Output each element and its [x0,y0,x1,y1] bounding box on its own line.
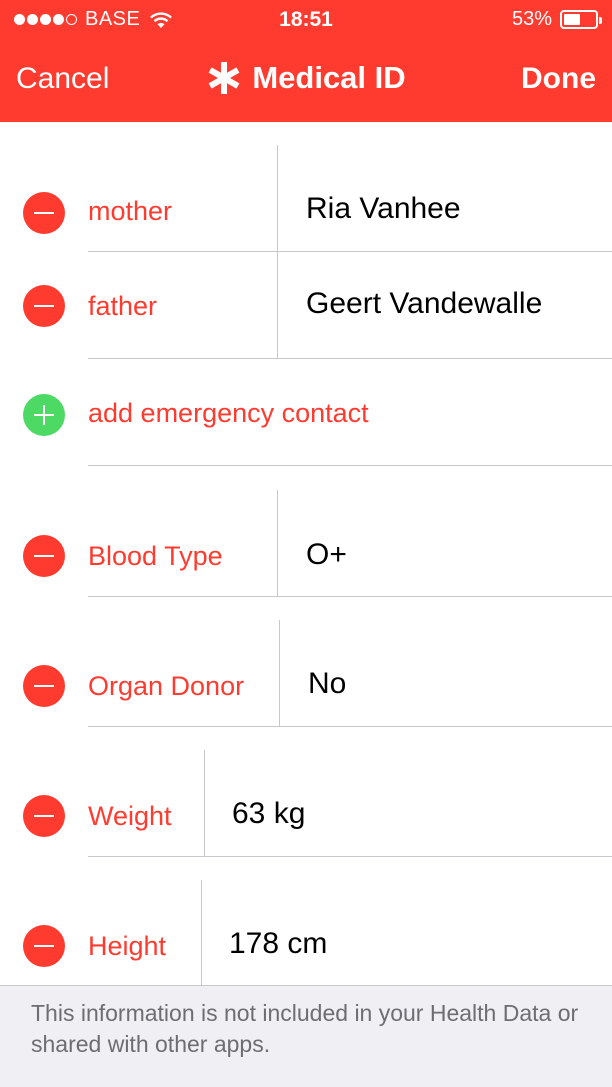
organ-donor-row: Organ Donor No [0,620,612,726]
row-separator [88,856,612,857]
medical-id-edit-screen: BASE 18:51 53% Cancel Medical ID Done mo… [0,0,612,1087]
organ-donor-value[interactable]: No [308,667,346,701]
battery-fill [564,14,580,25]
battery-percent: 53% [511,8,552,30]
done-button[interactable]: Done [521,62,596,96]
header: BASE 18:51 53% Cancel Medical ID Done [0,0,612,122]
privacy-footer: This information is not included in your… [0,985,612,1087]
add-emergency-contact-row[interactable]: add emergency contact [0,359,612,465]
row-separator [88,465,612,466]
status-right: 53% [511,8,602,31]
contact-relation-label[interactable]: father [88,291,157,322]
battery-icon [560,10,602,29]
status-bar: BASE 18:51 53% [0,0,612,40]
navigation-bar: Cancel Medical ID Done [0,52,612,110]
height-label: Height [88,931,167,961]
height-row: Height 178 cm [0,880,612,985]
blood-type-label: Blood Type [88,541,223,571]
organ-donor-label: Organ Donor [88,671,245,701]
weight-value[interactable]: 63 kg [232,797,305,831]
remove-contact-button[interactable] [23,285,65,327]
remove-weight-button[interactable] [23,795,65,837]
add-contact-button[interactable] [23,394,65,436]
remove-contact-button[interactable] [23,192,65,234]
contact-name-field[interactable]: Ria Vanhee [306,192,461,226]
remove-height-button[interactable] [23,925,65,967]
weight-row: Weight 63 kg [0,750,612,856]
add-emergency-contact-label[interactable]: add emergency contact [88,398,369,429]
contact-row-mother: mother Ria Vanhee [0,145,612,251]
blood-type-row: Blood Type O+ [0,490,612,596]
row-separator [88,596,612,597]
contact-name-field[interactable]: Geert Vandewalle [306,287,542,321]
weight-label: Weight [88,801,172,831]
page-title-text: Medical ID [252,60,406,95]
remove-blood-type-button[interactable] [23,535,65,577]
row-separator [88,726,612,727]
medical-asterisk-icon [208,62,240,94]
height-value[interactable]: 178 cm [229,927,327,961]
remove-organ-donor-button[interactable] [23,665,65,707]
contact-relation-label[interactable]: mother [88,196,172,227]
privacy-note: This information is not included in your… [31,1000,579,1057]
blood-type-value[interactable]: O+ [306,538,347,572]
contact-row-father: father Geert Vandewalle [0,252,612,358]
